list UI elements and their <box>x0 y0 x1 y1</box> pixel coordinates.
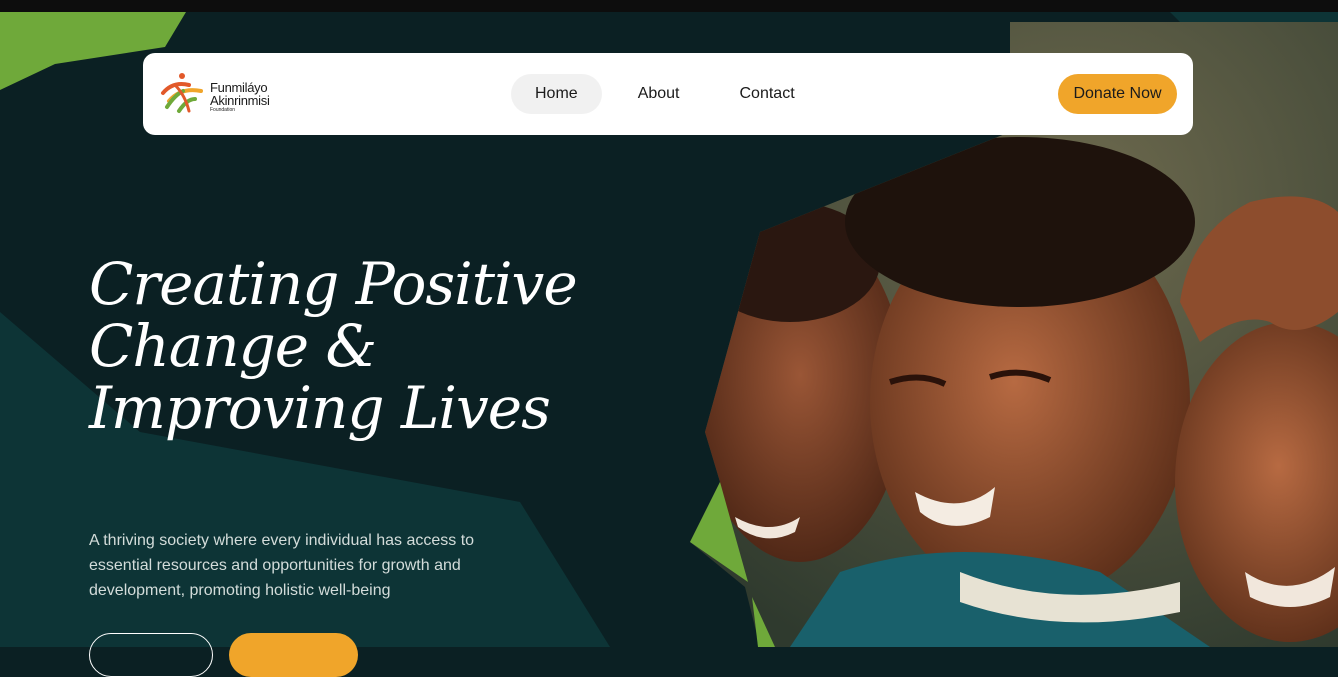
foundation-logo[interactable]: Funmiláyo Akinrinmisi Foundation <box>159 71 299 117</box>
hero-title: Creating Positive Change & Improving Liv… <box>89 250 578 442</box>
navbar: Funmiláyo Akinrinmisi Foundation Home Ab… <box>143 53 1193 135</box>
brand-name-last: Akinrinmisi <box>210 93 270 108</box>
main-nav: Home About Contact <box>511 74 831 114</box>
donate-now-button[interactable]: Donate Now <box>1058 74 1177 114</box>
hero-primary-button[interactable] <box>229 633 358 677</box>
logo-wordmark: Funmiláyo Akinrinmisi Foundation <box>210 81 270 113</box>
hero-subtitle: A thriving society where every individua… <box>89 532 475 599</box>
nav-item-about[interactable]: About <box>614 74 704 114</box>
brand-name-foundation: Foundation <box>210 107 236 113</box>
nav-item-home[interactable]: Home <box>511 74 602 114</box>
hero-secondary-button[interactable] <box>89 633 213 677</box>
logo-mark-icon <box>161 73 203 113</box>
nav-item-contact[interactable]: Contact <box>716 74 819 114</box>
window-top-bar <box>0 0 1338 12</box>
